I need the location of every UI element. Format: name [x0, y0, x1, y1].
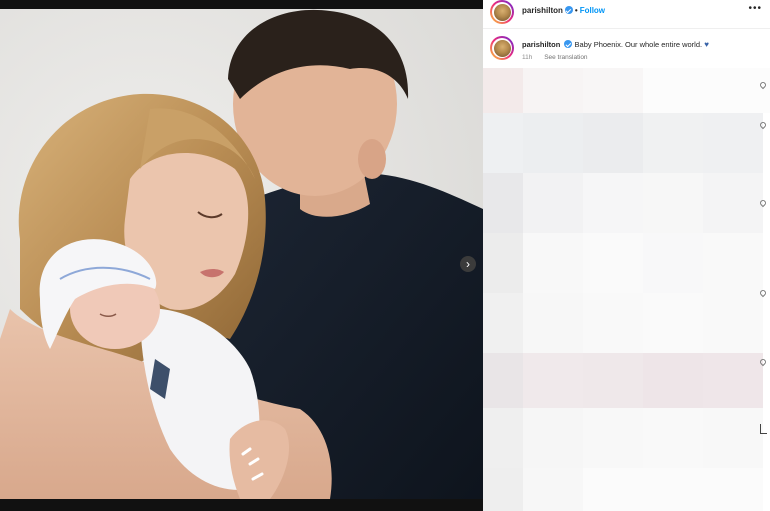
more-options-icon[interactable]: ••• — [748, 3, 762, 14]
blur-block — [523, 173, 583, 233]
blur-block — [483, 353, 523, 408]
verified-badge-icon — [564, 6, 573, 14]
blue-heart-icon: ♥ — [704, 40, 709, 49]
blur-block — [703, 233, 763, 293]
blur-block — [523, 233, 583, 293]
caption-username[interactable]: parishilton — [522, 40, 560, 49]
caption-verified-icon — [564, 40, 573, 48]
blur-block — [583, 68, 643, 113]
photo-illustration — [0, 9, 483, 499]
blur-block — [703, 113, 763, 173]
blur-block — [523, 293, 583, 353]
caption-text: Baby Phoenix. Our whole entire world. — [574, 40, 703, 49]
see-translation-link[interactable]: See translation — [544, 54, 587, 61]
blur-block — [523, 113, 583, 173]
blur-block — [643, 408, 703, 468]
blur-block — [583, 113, 643, 173]
header-avatar[interactable] — [490, 0, 514, 24]
blur-block — [703, 408, 763, 468]
blur-block — [643, 353, 703, 408]
blur-block — [483, 173, 523, 233]
blurred-comments-area — [483, 68, 770, 511]
chevron-right-icon: › — [466, 257, 470, 271]
blur-block — [703, 293, 763, 353]
blur-block — [583, 173, 643, 233]
blur-block — [703, 173, 763, 233]
post-header: parishilton • Follow — [522, 6, 605, 15]
blur-block — [583, 353, 643, 408]
blur-block — [523, 468, 583, 511]
media-top-bar — [0, 0, 483, 9]
blur-block — [583, 293, 643, 353]
blur-block — [523, 408, 583, 468]
blur-block — [583, 233, 643, 293]
post-timestamp[interactable]: 11h — [522, 54, 532, 61]
next-photo-button[interactable]: › — [460, 256, 476, 272]
blur-block — [583, 408, 643, 468]
caption-avatar[interactable] — [490, 36, 514, 60]
blur-block — [643, 233, 703, 293]
header-divider — [483, 28, 770, 29]
follow-button[interactable]: Follow — [580, 6, 605, 15]
blur-block — [483, 408, 523, 468]
blur-block — [483, 113, 523, 173]
post-side-panel: parishilton • Follow ••• parishilton Baby … — [483, 0, 770, 511]
blur-block — [703, 353, 763, 408]
blur-block — [643, 113, 703, 173]
blur-block — [523, 353, 583, 408]
media-bottom-bar — [0, 499, 483, 511]
blur-block — [643, 68, 770, 113]
caption-meta: 11h See translation — [522, 54, 598, 61]
post-caption: parishilton Baby Phoenix. Our whole enti… — [522, 40, 762, 50]
blur-block — [483, 468, 523, 511]
blur-block — [643, 173, 703, 233]
blur-block — [523, 68, 583, 113]
post-photo[interactable]: › — [0, 9, 483, 499]
blur-block — [483, 233, 523, 293]
blur-block — [483, 293, 523, 353]
bookmark-icon[interactable] — [760, 424, 767, 434]
blur-block — [643, 293, 703, 353]
header-username[interactable]: parishilton — [522, 6, 563, 15]
separator-dot: • — [574, 6, 578, 15]
blur-block — [483, 68, 523, 113]
blur-block — [583, 468, 763, 511]
